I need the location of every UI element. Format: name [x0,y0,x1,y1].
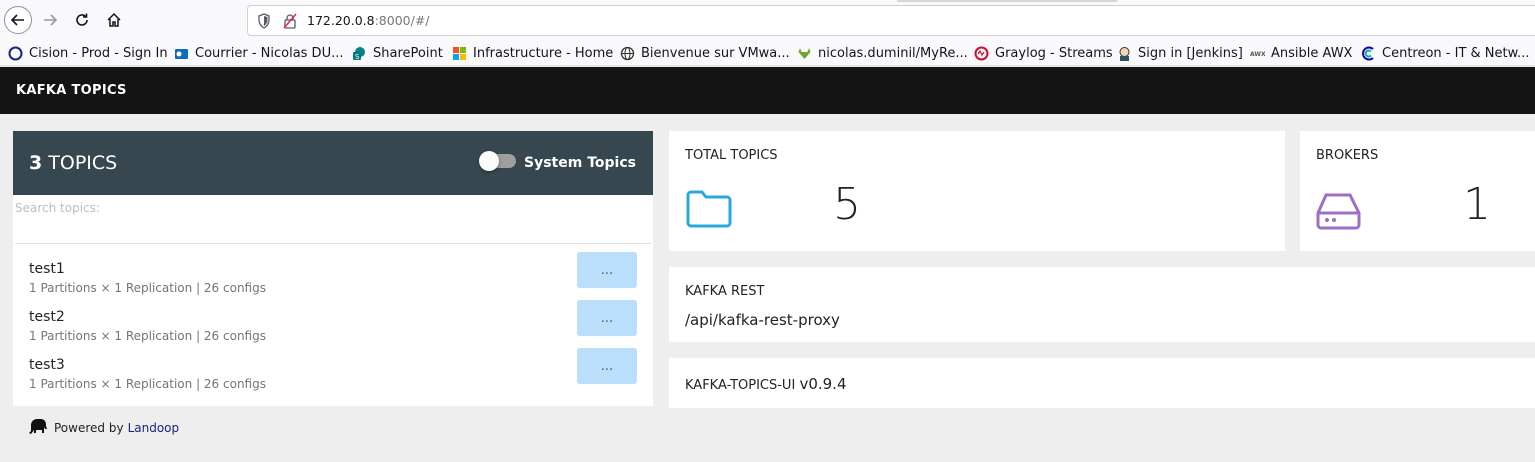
topic-more-button[interactable]: ... [577,300,637,336]
bookmark-cision[interactable]: Cision - Prod - Sign In [8,44,168,62]
topic-meta: 1 Partitions × 1 Replication | 26 config… [29,329,266,343]
bookmark-label: Bienvenue sur VMwa... [641,45,790,61]
toggle-knob [479,151,499,171]
centreon-icon [1361,46,1376,61]
bookmark-label: Sign in [Jenkins] [1138,45,1243,61]
topic-meta: 1 Partitions × 1 Replication | 26 config… [29,377,266,391]
reload-button[interactable] [68,6,96,34]
tab-strip-edge [897,0,1117,2]
brokers-value: 1 [1463,179,1491,230]
brokers-label: BROKERS [1316,148,1379,163]
svg-text:AWX: AWX [1250,51,1265,58]
total-topics-card: TOTAL TOPICS 5 [669,131,1285,251]
bookmark-infrastructure[interactable]: Infrastructure - Home [452,44,613,62]
bookmark-label: nicolas.duminil/MyRe... [818,45,968,61]
windows-icon [452,46,467,61]
topic-name[interactable]: test2 [29,309,65,325]
topic-name[interactable]: test3 [29,357,65,373]
topics-count: 3 TOPICS [29,152,117,174]
topic-row[interactable]: test2 1 Partitions × 1 Replication | 26 … [13,300,653,357]
elephant-icon [28,417,48,438]
browser-toolbar: 172.20.0.8:8000/#/ [0,0,1535,40]
graylog-icon [974,46,989,61]
home-icon [107,12,121,27]
gitlab-icon [797,46,812,61]
url-text: 172.20.0.8:8000/#/ [307,13,430,28]
brokers-card: BROKERS 1 [1300,131,1535,251]
bookmark-label: Ansible AWX [1271,45,1353,61]
topics-count-number: 3 [29,152,43,174]
outlook-icon [174,46,189,61]
bookmark-jenkins[interactable]: Sign in [Jenkins] [1117,44,1243,62]
version-card: KAFKA-TOPICS-UI v0.9.4 [669,358,1535,408]
total-topics-value: 5 [833,179,861,230]
version-value: v0.9.4 [799,375,847,393]
bookmark-vmware[interactable]: Bienvenue sur VMwa... [620,44,790,62]
bookmark-label: Courrier - Nicolas DU... [195,45,344,61]
arrow-left-icon [10,14,24,26]
app-title[interactable]: KAFKA TOPICS [16,83,127,98]
topics-count-label: TOPICS [48,152,118,174]
back-button[interactable] [4,6,32,34]
home-button[interactable] [100,6,128,34]
topic-meta: 1 Partitions × 1 Replication | 26 config… [29,281,266,295]
bookmark-label: Infrastructure - Home [473,45,614,61]
search-topics-input[interactable] [15,198,651,244]
landoop-link[interactable]: Landoop [128,421,180,435]
bookmark-awx[interactable]: AWX Ansible AWX [1250,44,1352,62]
bookmark-sharepoint[interactable]: S SharePoint [352,44,443,62]
version-label: KAFKA-TOPICS-UI [685,378,796,393]
bookmark-gitlab[interactable]: nicolas.duminil/MyRe... [797,44,968,62]
powered-by-text: Powered by [54,420,124,435]
bookmark-label: Cision - Prod - Sign In [29,45,168,61]
bookmark-label: Graylog - Streams [995,45,1113,61]
bookmark-centreon[interactable]: Centreon - IT & Netw... [1361,44,1529,62]
topics-panel: 3 TOPICS System Topics test1 1 Partition… [13,131,653,406]
shield-icon[interactable] [257,13,271,33]
globe-icon [620,46,635,61]
insecure-lock-icon[interactable] [283,13,297,33]
topic-row[interactable]: test3 1 Partitions × 1 Replication | 26 … [13,348,653,405]
kafka-rest-card: KAFKA REST /api/kafka-rest-proxy [669,267,1535,342]
app-header: KAFKA TOPICS [0,67,1535,114]
forward-button[interactable] [36,6,64,34]
jenkins-icon [1117,46,1132,61]
bookmarks-bar: Cision - Prod - Sign In Courrier - Nicol… [0,40,1535,66]
bookmark-graylog[interactable]: Graylog - Streams [974,44,1113,62]
topic-more-button[interactable]: ... [577,252,637,288]
svg-text:S: S [355,53,360,61]
topics-header: 3 TOPICS System Topics [13,131,653,195]
powered-by: Powered by Landoop [28,417,179,438]
topic-more-button[interactable]: ... [577,348,637,384]
address-bar[interactable]: 172.20.0.8:8000/#/ [247,5,1535,36]
topic-row[interactable]: test1 1 Partitions × 1 Replication | 26 … [13,252,653,309]
bookmark-label: Centreon - IT & Netw... [1382,45,1530,61]
total-topics-label: TOTAL TOPICS [685,148,778,163]
bookmark-label: SharePoint [373,45,443,61]
kafka-rest-label: KAFKA REST [685,284,765,299]
system-topics-label: System Topics [524,155,636,171]
awx-icon: AWX [1250,46,1265,61]
hard-drive-icon [1316,191,1362,235]
topic-name[interactable]: test1 [29,261,65,277]
arrow-right-icon [44,14,58,26]
cision-icon [8,46,23,61]
version-line: KAFKA-TOPICS-UI v0.9.4 [685,375,846,393]
folder-icon [685,189,733,233]
url-path: :8000/#/ [374,13,430,28]
url-host: 172.20.0.8 [307,13,375,28]
kafka-rest-value: /api/kafka-rest-proxy [685,311,840,329]
bookmark-courrier[interactable]: Courrier - Nicolas DU... [174,44,343,62]
reload-icon [76,13,88,26]
sharepoint-icon: S [352,46,367,61]
system-topics-toggle[interactable] [479,151,516,171]
